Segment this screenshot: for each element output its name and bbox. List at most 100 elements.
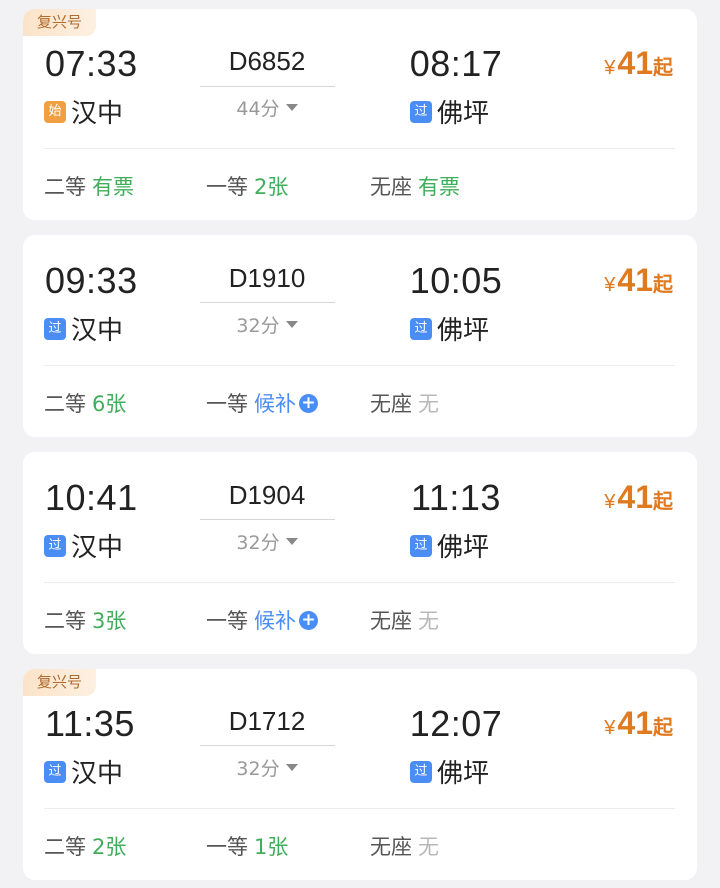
seat-label: 一等 [206,392,248,416]
duration-toggle[interactable]: 32分 [199,311,335,338]
train-card[interactable]: 复兴号 11:35 过 汉中 D1712 32分 12:07 过 佛坪 ¥ 41… [23,669,697,880]
train-number: D1904 [228,480,306,510]
seat-label: 无座 [370,609,412,633]
pass-badge: 过 [410,760,432,783]
arrival-time: 08:17 [409,43,503,84]
duration-toggle[interactable]: 32分 [199,528,335,555]
waitlist-link[interactable]: 候补 [254,605,296,635]
seat-status: 2张 [254,175,289,199]
train-number: D6852 [228,46,306,76]
seat-second-class: 二等 6张 [44,388,126,418]
price: ¥ 41 起 [604,45,673,82]
caret-down-icon [285,538,298,545]
arrival-station: 过 佛坪 [410,310,489,347]
duration-toggle[interactable]: 32分 [199,754,335,781]
departure-time: 10:41 [45,477,138,518]
seat-no-seat: 无座 无 [370,831,439,861]
currency-symbol: ¥ [604,491,616,513]
route-line [200,302,335,303]
departure-time: 07:33 [45,43,138,84]
departure-station-name: 汉中 [71,759,124,789]
price: ¥ 41 起 [604,479,673,516]
duration-toggle[interactable]: 44分 [199,94,335,121]
fuxing-tag: 复兴号 [23,9,97,36]
seat-label: 无座 [370,835,412,859]
arrival-station-name: 佛坪 [437,316,490,346]
departure-station-name: 汉中 [71,99,124,129]
seat-label: 无座 [370,392,412,416]
seat-status: 有票 [418,175,460,199]
seat-first-class[interactable]: 一等 候补 + [206,388,318,418]
departure-station-name: 汉中 [71,316,124,346]
seat-status: 3张 [92,609,127,633]
pass-badge: 过 [44,317,66,340]
train-card[interactable]: 09:33 过 汉中 D1910 32分 10:05 过 佛坪 ¥ 41 起 二… [23,235,697,437]
divider [44,582,675,583]
train-number: D1712 [228,706,306,736]
seat-status: 有票 [92,175,134,199]
arrival-station: 过 佛坪 [410,753,489,790]
waitlist-link[interactable]: 候补 [254,388,296,418]
seat-no-seat: 无座 有票 [370,171,460,201]
seat-label: 二等 [44,835,86,859]
pass-badge: 过 [410,100,432,123]
train-card[interactable]: 复兴号 07:33 始 汉中 D6852 44分 08:17 过 佛坪 ¥ 41… [23,9,697,220]
divider [44,808,675,809]
pass-badge: 过 [410,534,432,557]
seat-first-class[interactable]: 一等 候补 + [206,605,318,635]
price: ¥ 41 起 [604,262,673,299]
currency-symbol: ¥ [604,274,616,296]
price-suffix: 起 [653,55,673,79]
seat-no-seat: 无座 无 [370,388,439,418]
arrival-time: 10:05 [409,260,503,301]
caret-down-icon [285,321,298,328]
currency-symbol: ¥ [604,57,616,79]
seat-label: 无座 [370,175,412,199]
pass-badge: 过 [44,534,66,557]
duration-text: 32分 [236,758,280,780]
duration-text: 32分 [236,315,280,337]
origin-badge: 始 [44,100,66,123]
route-line [200,745,335,746]
seat-label: 一等 [206,835,248,859]
seat-status: 1张 [254,835,289,859]
plus-circle-icon[interactable]: + [299,393,318,413]
seat-label: 二等 [44,175,86,199]
price-suffix: 起 [653,272,673,296]
seat-status: 无 [418,392,439,416]
arrival-time: 11:13 [411,477,501,518]
departure-time: 09:33 [45,260,138,301]
seat-second-class: 二等 3张 [44,605,126,635]
seat-label: 一等 [206,175,248,199]
price-suffix: 起 [653,715,673,739]
arrival-station: 过 佛坪 [410,93,489,130]
arrival-station-name: 佛坪 [437,99,490,129]
departure-station: 始 汉中 [44,93,123,130]
currency-symbol: ¥ [604,717,616,739]
caret-down-icon [285,764,298,771]
route-line [200,519,335,520]
divider [44,148,675,149]
departure-station: 过 汉中 [44,310,123,347]
pass-badge: 过 [44,760,66,783]
price-value: 41 [617,262,653,298]
departure-time: 11:35 [45,703,135,744]
fuxing-tag: 复兴号 [23,669,97,696]
seat-status: 2张 [92,835,127,859]
seat-first-class: 一等 1张 [206,831,288,861]
seat-status: 无 [418,835,439,859]
divider [44,365,675,366]
seat-label: 一等 [206,609,248,633]
price: ¥ 41 起 [604,705,673,742]
duration-text: 44分 [236,98,280,120]
price-value: 41 [617,45,653,81]
train-number: D1910 [228,263,306,293]
seat-label: 二等 [44,392,86,416]
arrival-station-name: 佛坪 [437,533,490,563]
plus-circle-icon[interactable]: + [299,610,318,630]
seat-status: 6张 [92,392,127,416]
caret-down-icon [285,104,298,111]
arrival-time: 12:07 [409,703,503,744]
train-card[interactable]: 10:41 过 汉中 D1904 32分 11:13 过 佛坪 ¥ 41 起 二… [23,452,697,654]
duration-text: 32分 [236,532,280,554]
